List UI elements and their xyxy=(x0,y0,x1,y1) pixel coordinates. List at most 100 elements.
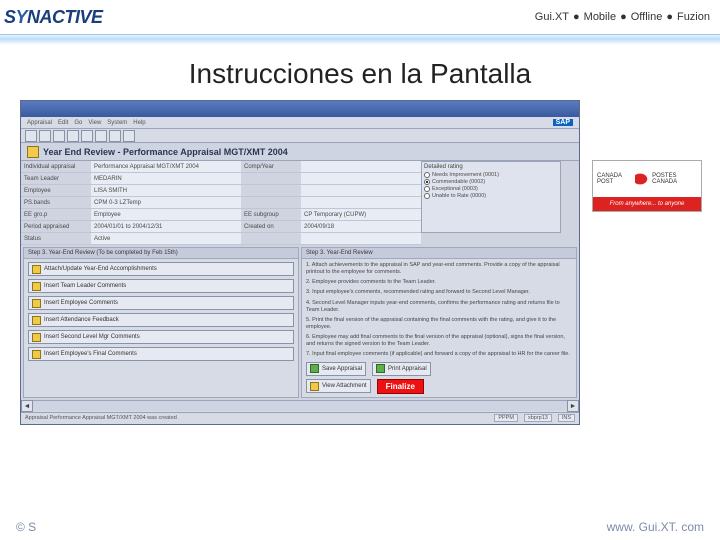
step-header: Step 3. Year-End Review xyxy=(302,248,576,259)
instruction-text: 3. Input employee's comments, recommende… xyxy=(306,289,572,296)
synactive-logo: SYNACTIVE xyxy=(4,7,103,28)
field-label: EE gro.p xyxy=(21,209,91,221)
team-leader-comments-button[interactable]: Insert Team Leader Comments xyxy=(28,279,294,293)
appraisal-fields: Individual appraisal Performance Apprais… xyxy=(21,161,579,245)
field-value: 2004/01/01 to 2004/12/31 xyxy=(91,221,241,233)
instruction-text: 2. Employee provides comments to the Tea… xyxy=(306,279,572,286)
print-appraisal-button[interactable]: Print Appraisal xyxy=(372,362,431,376)
step-right: Step 3. Year-End Review 1. Attach achiev… xyxy=(301,247,577,398)
field-label: Comp/Year xyxy=(241,161,301,173)
field-value: MEDARIN xyxy=(91,173,241,185)
field-label xyxy=(241,197,301,209)
toolbar-button[interactable] xyxy=(109,130,121,142)
field-label: Period appraised xyxy=(21,221,91,233)
app-title: Year End Review - Performance Appraisal … xyxy=(43,147,288,157)
menu-go[interactable]: Go xyxy=(74,120,82,126)
save-appraisal-button[interactable]: Save Appraisal xyxy=(306,362,366,376)
toolbar-button[interactable] xyxy=(123,130,135,142)
document-icon xyxy=(32,316,41,325)
field-value: Employee xyxy=(91,209,241,221)
toolbar-button[interactable] xyxy=(25,130,37,142)
field-value xyxy=(301,173,421,185)
canada-post-logo-icon xyxy=(635,170,653,188)
slide-title: Instrucciones en la Pantalla xyxy=(0,46,720,100)
header-wave xyxy=(0,34,720,46)
scroll-left-icon[interactable]: ◄ xyxy=(21,400,33,412)
status-segment: PPPM xyxy=(494,414,518,422)
field-label: PS.bands xyxy=(21,197,91,209)
attendance-feedback-button[interactable]: Insert Attendance Feedback xyxy=(28,313,294,327)
field-label: Status xyxy=(21,233,91,245)
view-attachment-button[interactable]: View Attachment xyxy=(306,379,371,393)
toolbar-button[interactable] xyxy=(81,130,93,142)
rating-option[interactable]: Unable to Rate (0000) xyxy=(424,193,558,199)
document-icon xyxy=(32,299,41,308)
document-icon xyxy=(32,350,41,359)
sap-window: Appraisal Edit Go View System Help SAP Y… xyxy=(20,100,580,425)
cp-tagline: From anywhere... to anyone xyxy=(593,197,701,211)
toolbar-button[interactable] xyxy=(53,130,65,142)
footer-url: www. Gui.XT. com xyxy=(607,520,704,534)
sap-logo: SAP xyxy=(553,119,573,126)
sap-menubar: Appraisal Edit Go View System Help SAP xyxy=(21,117,579,129)
horizontal-scrollbar[interactable]: ◄ ► xyxy=(21,400,579,412)
rating-option[interactable]: Needs Improvement (0001) xyxy=(424,172,558,178)
menu-edit[interactable]: Edit xyxy=(58,120,68,126)
document-icon xyxy=(27,146,39,158)
print-icon xyxy=(376,364,385,373)
field-value: 2004/09/18 xyxy=(301,221,421,233)
field-value xyxy=(301,233,421,245)
toolbar-button[interactable] xyxy=(95,130,107,142)
rating-option[interactable]: Exceptional (0003) xyxy=(424,186,558,192)
save-icon xyxy=(310,364,319,373)
employee-comments-button[interactable]: Insert Employee Comments xyxy=(28,296,294,310)
field-value: CP Temporary (CUPW) xyxy=(301,209,421,221)
product-nav: Gui.XT● Mobile● Offline● Fuzion xyxy=(535,11,710,23)
field-label: Individual appraisal xyxy=(21,161,91,173)
second-level-comments-button[interactable]: Insert Second Level Mgr Comments xyxy=(28,330,294,344)
field-value: LISA SMITH xyxy=(91,185,241,197)
field-label xyxy=(241,173,301,185)
instruction-text: 6. Employee may add final comments to th… xyxy=(306,334,572,348)
step-left: Step 3. Year-End Review (To be completed… xyxy=(23,247,299,398)
instruction-text: 1. Attach achievements to the appraisal … xyxy=(306,262,572,276)
field-label xyxy=(241,233,301,245)
cp-left-text: CANADA POST xyxy=(597,173,635,185)
instruction-text: 4. Second Level Manager inputs year-end … xyxy=(306,300,572,314)
field-value: Performance Appraisal MGT/XMT 2004 xyxy=(91,161,241,173)
scroll-right-icon[interactable]: ► xyxy=(567,400,579,412)
sap-titlebar xyxy=(21,101,579,117)
status-message: Appraisal Performance Appraisal MGT/XMT … xyxy=(25,415,177,421)
field-value: Active xyxy=(91,233,241,245)
menu-appraisal[interactable]: Appraisal xyxy=(27,120,52,126)
step-header: Step 3. Year-End Review (To be completed… xyxy=(24,248,298,259)
radio-icon xyxy=(424,193,430,199)
status-segment: sbprp13 xyxy=(524,414,552,422)
status-bar: Appraisal Performance Appraisal MGT/XMT … xyxy=(21,412,579,424)
menu-view[interactable]: View xyxy=(88,120,101,126)
instruction-text: 7. Input final employee comments (if app… xyxy=(306,351,572,358)
radio-icon xyxy=(424,186,430,192)
steps-area: Step 3. Year-End Review (To be completed… xyxy=(21,245,579,400)
menu-system[interactable]: System xyxy=(107,120,127,126)
instruction-text: 5. Print the final version of the apprai… xyxy=(306,317,572,331)
rating-group: Detailed rating Needs Improvement (0001)… xyxy=(421,161,561,233)
status-segment: INS xyxy=(558,414,575,422)
scroll-track[interactable] xyxy=(33,401,567,411)
view-icon xyxy=(310,382,319,391)
field-value: CPM 0-3 LZTemp xyxy=(91,197,241,209)
document-icon xyxy=(32,265,41,274)
finalize-button[interactable]: Finalize xyxy=(377,379,424,394)
rating-option[interactable]: Commendable (0002) xyxy=(424,179,558,185)
field-label: Team Leader xyxy=(21,173,91,185)
copyright: © S xyxy=(16,520,36,534)
field-label: EE subgroup xyxy=(241,209,301,221)
field-value xyxy=(301,185,421,197)
field-label xyxy=(241,185,301,197)
final-comments-button[interactable]: Insert Employee's Final Comments xyxy=(28,347,294,361)
menu-help[interactable]: Help xyxy=(133,120,145,126)
attach-accomplishments-button[interactable]: Attach/Update Year-End Accomplishments xyxy=(28,262,294,276)
toolbar-button[interactable] xyxy=(67,130,79,142)
toolbar-button[interactable] xyxy=(39,130,51,142)
slide-header: SYNACTIVE Gui.XT● Mobile● Offline● Fuzio… xyxy=(0,0,720,34)
